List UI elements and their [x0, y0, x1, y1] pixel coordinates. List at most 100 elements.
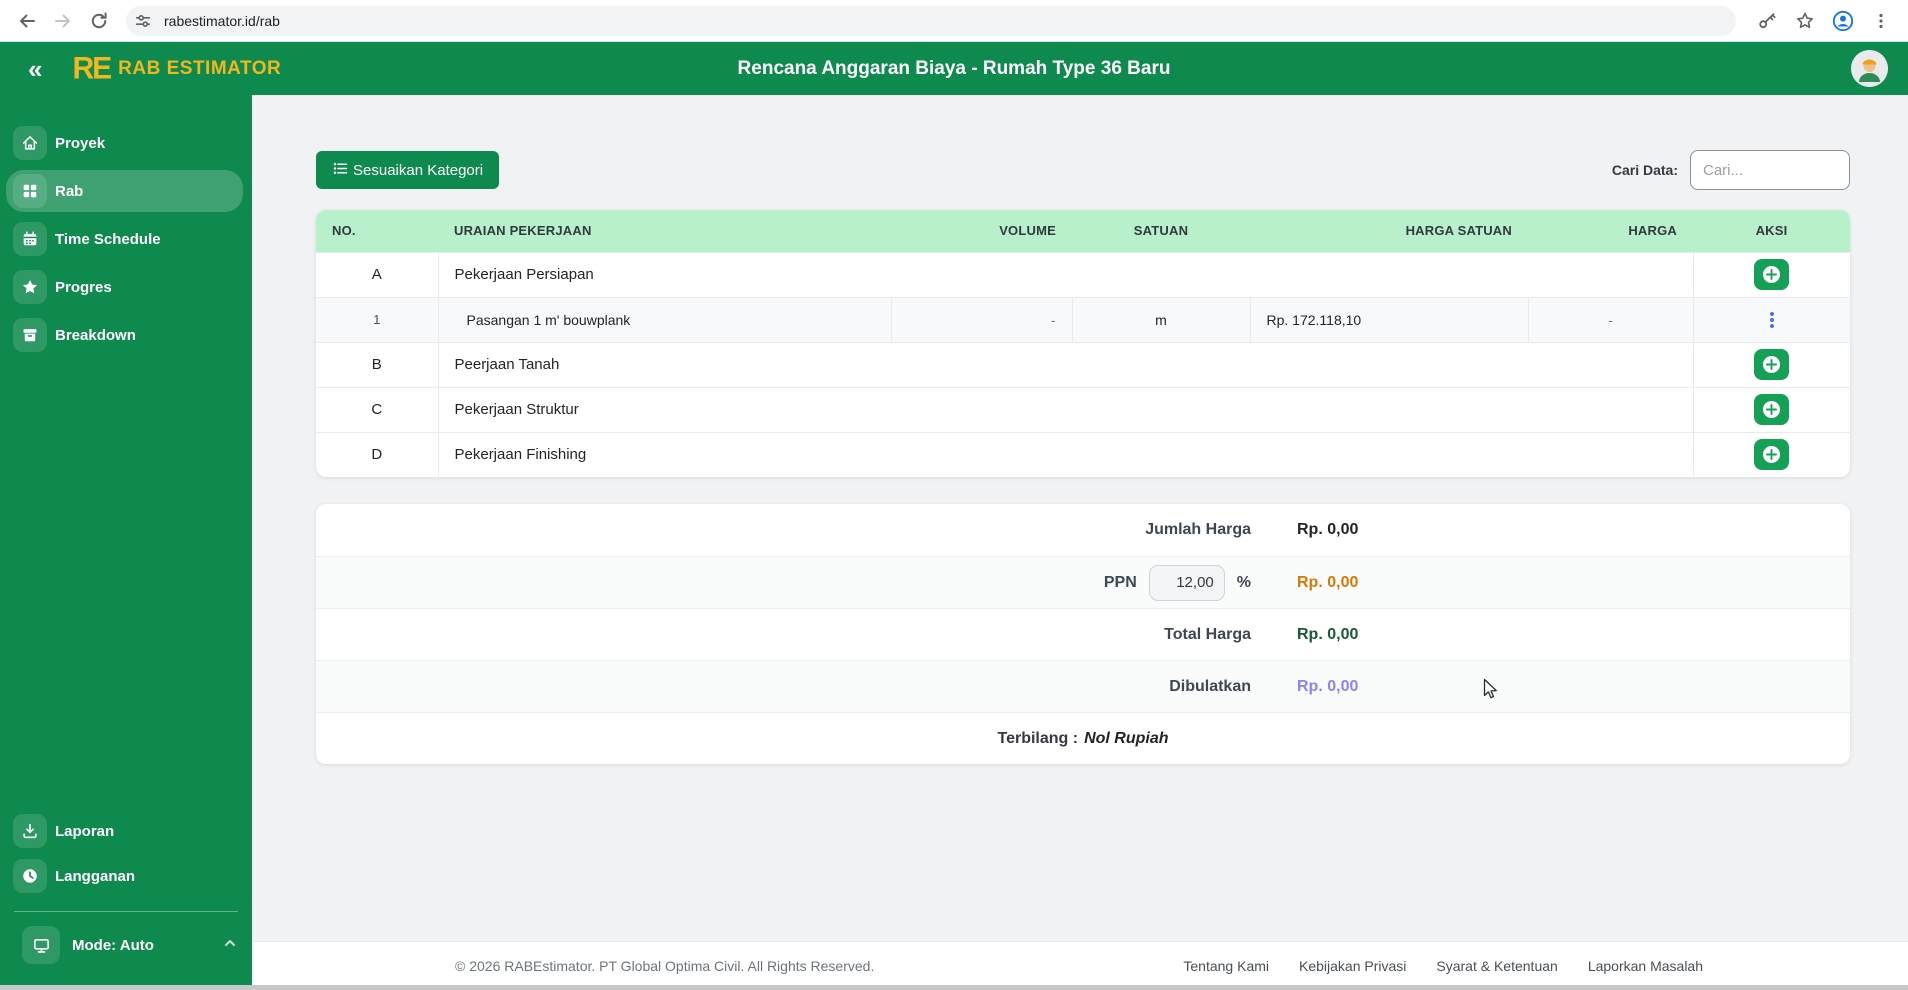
sidebar-item-progres[interactable]: Progres — [6, 266, 243, 308]
col-harga: HARGA — [1528, 210, 1693, 252]
reload-icon[interactable] — [82, 4, 116, 38]
ppn-input[interactable] — [1148, 564, 1225, 601]
sidebar: Proyek Rab Time Schedule Progres Breakdo… — [0, 95, 252, 990]
footer-links: Tentang Kami Kebijakan Privasi Syarat & … — [1183, 958, 1703, 974]
list-icon — [332, 160, 349, 181]
plus-circle-icon — [1763, 400, 1781, 419]
summary-row-total: Total Harga Rp. 0,00 — [316, 608, 1850, 660]
star-icon — [13, 270, 47, 304]
plus-circle-icon — [1763, 265, 1781, 284]
address-bar[interactable]: rabestimator.id/rab — [126, 5, 1736, 36]
sidebar-item-label: Proyek — [55, 134, 106, 152]
add-item-button[interactable] — [1754, 349, 1790, 380]
col-volume: VOLUME — [891, 210, 1072, 252]
add-item-button[interactable] — [1754, 394, 1790, 425]
sidebar-item-label: Langganan — [55, 867, 136, 885]
add-item-button[interactable] — [1754, 259, 1790, 290]
row-harga: - — [1527, 297, 1693, 342]
summary-card: Jumlah Harga Rp. 0,00 PPN % Rp. 0,00 Tot… — [316, 504, 1850, 764]
plus-circle-icon — [1763, 446, 1781, 464]
search-input[interactable] — [1690, 150, 1850, 190]
col-aksi: AKSI — [1693, 210, 1850, 252]
window-bottom-edge — [0, 985, 1908, 990]
sidebar-item-label: Progres — [55, 278, 112, 296]
clock-icon — [13, 859, 47, 893]
ppn-label: PPN — [1103, 573, 1137, 591]
adjust-category-label: Sesuaikan Kategori — [353, 161, 484, 179]
brand-name: RAB ESTIMATOR — [118, 57, 282, 79]
sidebar-item-rab[interactable]: Rab — [6, 170, 243, 212]
summary-row-terbilang: Terbilang : Nol Rupiah — [316, 712, 1850, 764]
col-satuan: SATUAN — [1072, 210, 1250, 252]
app-footer: © 2026 RABEstimator. PT Global Optima Ci… — [252, 941, 1908, 990]
mode-toggle[interactable]: Mode: Auto — [14, 926, 238, 964]
app-header: « RE RAB ESTIMATOR Rencana Anggaran Biay… — [0, 42, 1908, 95]
toolbar: Sesuaikan Kategori Cari Data: — [316, 150, 1850, 190]
footer-link-kebijakan-privasi[interactable]: Kebijakan Privasi — [1299, 958, 1406, 974]
footer-link-tentang-kami[interactable]: Tentang Kami — [1183, 958, 1269, 974]
grid-icon — [13, 174, 47, 208]
rab-table: NO. URAIAN PEKERJAAN VOLUME SATUAN HARGA… — [316, 210, 1850, 477]
sidebar-item-label: Breakdown — [55, 326, 136, 344]
table-row-category-b: B Peerjaan Tanah — [316, 342, 1850, 387]
key-icon[interactable] — [1750, 4, 1784, 38]
adjust-category-button[interactable]: Sesuaikan Kategori — [316, 151, 500, 189]
row-no: C — [316, 387, 439, 432]
summary-row-jumlah: Jumlah Harga Rp. 0,00 — [316, 504, 1850, 556]
user-avatar[interactable] — [1851, 50, 1888, 87]
summary-row-dibulatkan: Dibulatkan Rp. 0,00 — [316, 660, 1850, 712]
table-row-category-a: A Pekerjaan Persiapan — [316, 252, 1850, 297]
forward-icon[interactable] — [46, 4, 80, 38]
sidebar-item-laporan[interactable]: Laporan — [6, 810, 243, 852]
monitor-icon — [22, 926, 60, 964]
terbilang-label: Terbilang : — [997, 729, 1079, 747]
plus-circle-icon — [1763, 355, 1781, 374]
browser-toolbar: rabestimator.id/rab — [0, 0, 1908, 42]
browser-actions — [1750, 4, 1898, 38]
rab-table-card: NO. URAIAN PEKERJAAN VOLUME SATUAN HARGA… — [316, 210, 1850, 477]
profile-icon[interactable] — [1826, 4, 1860, 38]
sidebar-collapse-button[interactable]: « — [20, 56, 50, 82]
sidebar-item-proyek[interactable]: Proyek — [6, 122, 243, 164]
row-satuan: m — [1071, 297, 1250, 342]
sidebar-item-time-schedule[interactable]: Time Schedule — [6, 218, 243, 260]
row-no: A — [316, 252, 439, 297]
menu-kebab-icon[interactable] — [1864, 4, 1898, 38]
col-uraian: URAIAN PEKERJAAN — [438, 210, 891, 252]
row-uraian: Pekerjaan Persiapan — [454, 266, 594, 283]
row-uraian: Pekerjaan Finishing — [454, 446, 587, 464]
jumlah-harga-value: Rp. 0,00 — [1297, 521, 1359, 538]
sidebar-item-langganan[interactable]: Langganan — [6, 855, 243, 897]
copyright-text: © 2026 RABEstimator. PT Global Optima Ci… — [455, 958, 875, 974]
sidebar-item-label: Rab — [55, 182, 84, 200]
row-harga-satuan: Rp. 172.118,10 — [1249, 297, 1528, 342]
chevron-up-icon — [222, 935, 238, 956]
col-no: NO. — [316, 210, 438, 252]
row-no: B — [316, 342, 439, 387]
table-header-row: NO. URAIAN PEKERJAAN VOLUME SATUAN HARGA… — [316, 210, 1850, 252]
jumlah-harga-label: Jumlah Harga — [1145, 521, 1251, 538]
bookmark-star-icon[interactable] — [1788, 4, 1822, 38]
percent-sign: % — [1236, 573, 1251, 591]
col-harga-satuan: HARGA SATUAN — [1250, 210, 1528, 252]
row-menu-kebab-icon[interactable] — [1762, 308, 1782, 332]
footer-link-syarat-ketentuan[interactable]: Syarat & Ketentuan — [1436, 958, 1557, 974]
brand: RE RAB ESTIMATOR — [72, 51, 282, 86]
dibulatkan-value: Rp. 0,00 — [1297, 677, 1359, 695]
dibulatkan-label: Dibulatkan — [1169, 677, 1251, 695]
table-row-item-1: 1 Pasangan 1 m' bouwplank - m Rp. 172.11… — [316, 297, 1850, 342]
add-item-button[interactable] — [1754, 439, 1790, 471]
site-settings-icon[interactable] — [130, 8, 156, 34]
sidebar-item-breakdown[interactable]: Breakdown — [6, 314, 243, 356]
home-icon — [13, 126, 47, 160]
footer-link-laporkan-masalah[interactable]: Laporkan Masalah — [1588, 958, 1703, 974]
archive-icon — [13, 318, 47, 352]
sidebar-bottom: Laporan Langganan Mode: Auto — [0, 807, 252, 964]
terbilang-value: Nol Rupiah — [1084, 729, 1169, 747]
total-harga-label: Total Harga — [1164, 625, 1251, 643]
row-no: 1 — [373, 312, 381, 327]
summary-row-ppn: PPN % Rp. 0,00 — [316, 556, 1850, 608]
url-text[interactable]: rabestimator.id/rab — [164, 13, 280, 29]
back-icon[interactable] — [10, 4, 44, 38]
sidebar-item-label: Laporan — [55, 822, 115, 840]
